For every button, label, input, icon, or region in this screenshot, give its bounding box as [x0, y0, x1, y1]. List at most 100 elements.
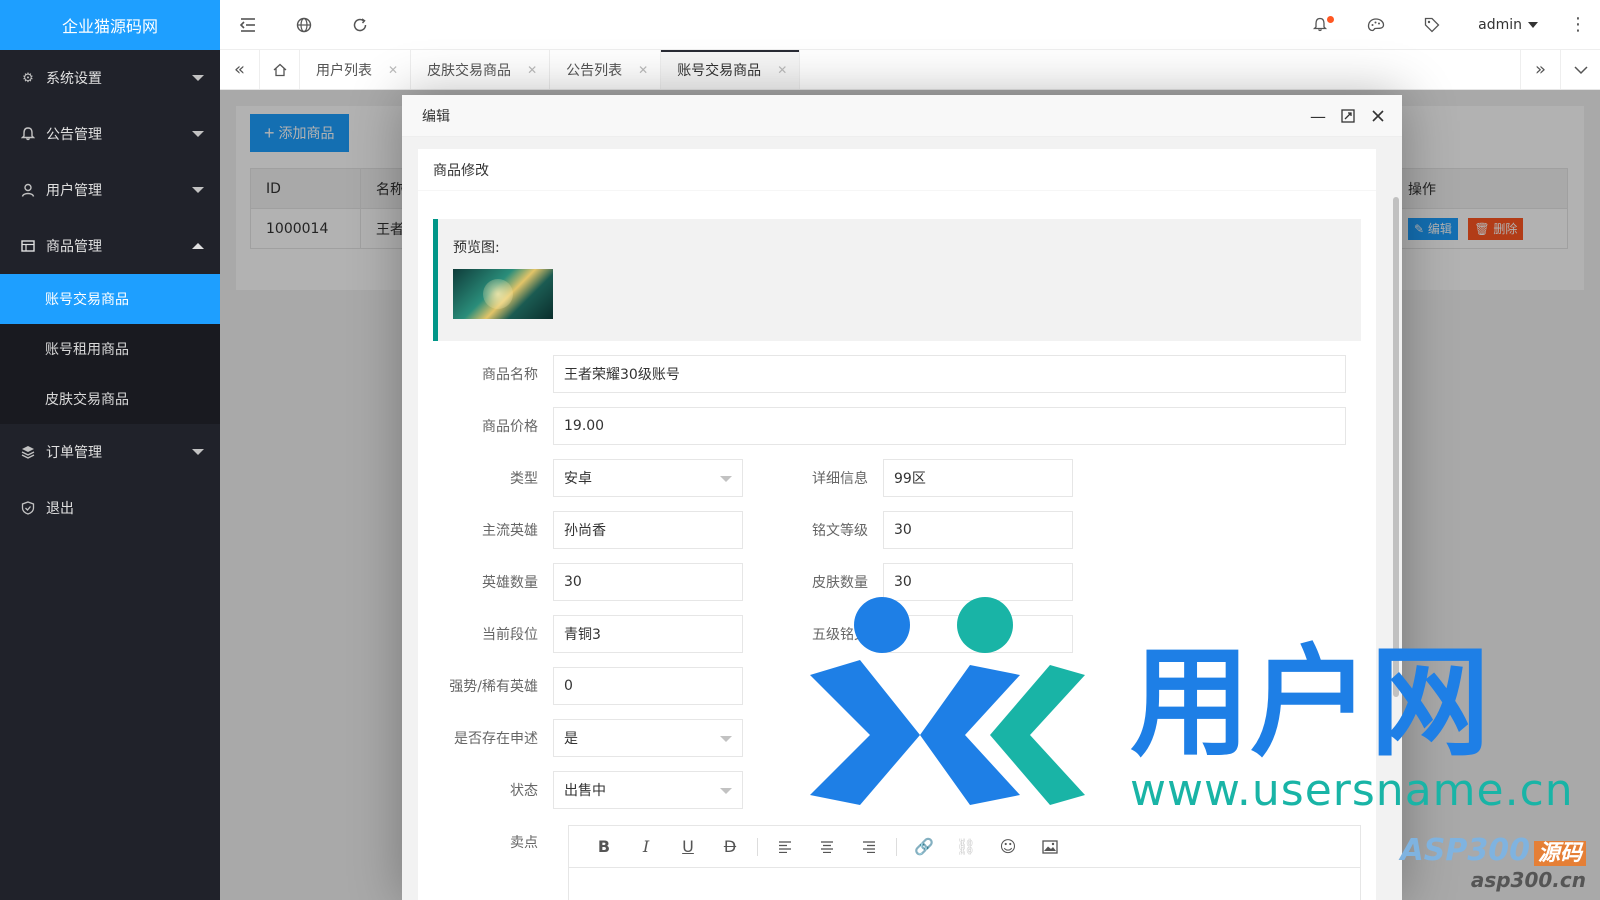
close-icon[interactable]: ✕	[777, 63, 787, 77]
form-row-strong: 强势/稀有英雄 0	[433, 667, 743, 705]
form-row-price: 商品价格 19.00	[433, 407, 1346, 445]
grid-icon	[20, 238, 36, 254]
form-row-status: 状态 出售中	[433, 771, 743, 809]
field-label: 英雄数量	[482, 575, 538, 591]
form-row-type-detail: 类型 安卓 详细信息 99区	[433, 459, 1073, 497]
product-name-input[interactable]: 王者荣耀30级账号	[553, 355, 1346, 393]
close-icon[interactable]	[1370, 108, 1386, 124]
align-left-icon[interactable]	[764, 826, 806, 868]
tab-skin-trade[interactable]: 皮肤交易商品 ✕	[411, 50, 551, 89]
minimize-icon[interactable]: —	[1310, 107, 1326, 126]
field-label: 卖点	[510, 835, 538, 851]
chevron-down-icon	[192, 75, 204, 81]
maximize-icon[interactable]	[1340, 108, 1356, 124]
preview-block: 预览图:	[433, 219, 1361, 341]
field-label: 类型	[510, 471, 538, 487]
rune-level-input[interactable]: 30	[883, 511, 1073, 549]
sidebar-item-announcements[interactable]: 公告管理	[0, 106, 220, 162]
detail-input[interactable]: 99区	[883, 459, 1073, 497]
align-center-icon[interactable]	[806, 826, 848, 868]
level5-rune-input[interactable]	[883, 615, 1073, 653]
caret-down-icon	[1528, 21, 1538, 28]
refresh-icon[interactable]	[332, 0, 388, 50]
rank-input[interactable]: 青铜3	[553, 615, 743, 653]
sidebar-subitem-account-rent[interactable]: 账号租用商品	[0, 324, 220, 374]
tab-user-list[interactable]: 用户列表 ✕	[300, 50, 412, 89]
sidebar-item-system-settings[interactable]: ⚙ 系统设置	[0, 50, 220, 106]
sidebar-item-label: 公告管理	[46, 127, 102, 143]
app-logo[interactable]: 企业猫源码网	[0, 0, 220, 50]
tab-announcement-list[interactable]: 公告列表 ✕	[550, 50, 662, 89]
field-label: 状态	[510, 783, 538, 799]
status-select[interactable]: 出售中	[553, 771, 743, 809]
toolbar-divider	[757, 837, 758, 856]
field-label: 五级铭文	[812, 627, 868, 643]
dialog-scrollbar[interactable]	[1392, 187, 1400, 900]
preview-image	[453, 269, 553, 319]
brand-watermark: ASP300 源码 asp300.cn	[1401, 833, 1586, 892]
field-label: 当前段位	[482, 627, 538, 643]
product-price-input[interactable]: 19.00	[553, 407, 1346, 445]
sidebar-subitem-account-trade[interactable]: 账号交易商品	[0, 274, 220, 324]
tab-account-trade[interactable]: 账号交易商品 ✕	[661, 50, 801, 89]
close-icon[interactable]: ✕	[527, 63, 537, 77]
emoji-icon[interactable]: ☺	[987, 826, 1029, 868]
field-label: 商品价格	[482, 419, 538, 435]
chevron-up-icon	[192, 243, 204, 249]
gear-icon: ⚙	[22, 70, 34, 86]
tab-label: 公告列表	[566, 62, 623, 79]
appeal-select[interactable]: 是	[553, 719, 743, 757]
align-right-icon[interactable]	[848, 826, 890, 868]
home-tab-icon[interactable]	[260, 50, 300, 89]
tabs-scroll-right-icon[interactable]: »	[1520, 50, 1560, 89]
close-icon[interactable]: ✕	[638, 63, 648, 77]
close-icon[interactable]: ✕	[388, 63, 398, 77]
more-vertical-icon[interactable]: ⋮	[1556, 0, 1600, 50]
hero-count-input[interactable]: 30	[553, 563, 743, 601]
products-submenu: 账号交易商品 账号租用商品 皮肤交易商品	[0, 274, 220, 424]
globe-icon[interactable]	[276, 0, 332, 50]
app-title: 企业猫源码网	[61, 17, 158, 36]
tabs-scroll-left-icon[interactable]: «	[220, 50, 260, 89]
sidebar-item-label: 退出	[46, 501, 74, 517]
theme-palette-icon[interactable]	[1348, 0, 1404, 50]
user-menu[interactable]: admin	[1460, 17, 1556, 33]
sidebar-item-products[interactable]: 商品管理	[0, 218, 220, 274]
image-icon[interactable]	[1029, 826, 1071, 868]
tag-icon[interactable]	[1404, 0, 1460, 50]
type-select[interactable]: 安卓	[553, 459, 743, 497]
strikethrough-icon[interactable]: D	[709, 826, 751, 868]
menu-toggle-icon[interactable]	[220, 0, 276, 50]
top-header: admin ⋮	[220, 0, 1600, 50]
form-row-hero-rune: 主流英雄 孙尚香 铭文等级 30	[433, 511, 1073, 549]
rich-text-editor[interactable]: B I U D 🔗 ⛓ ☺	[568, 825, 1361, 900]
field-label: 皮肤数量	[812, 575, 868, 591]
unlink-icon[interactable]: ⛓	[945, 826, 987, 868]
sidebar-item-orders[interactable]: 订单管理	[0, 424, 220, 480]
tab-label: 皮肤交易商品	[427, 62, 512, 79]
sidebar: 企业猫源码网 ⚙ 系统设置 公告管理 用户管理 商品管理 账号交易商品 账号租用…	[0, 0, 220, 900]
sidebar-item-logout[interactable]: 退出	[0, 480, 220, 536]
user-icon	[20, 182, 36, 198]
strong-hero-input[interactable]: 0	[553, 667, 743, 705]
card-title: 商品修改	[418, 149, 1376, 191]
tab-label: 用户列表	[316, 62, 372, 79]
notification-bell-icon[interactable]	[1292, 0, 1348, 50]
italic-icon[interactable]: I	[625, 826, 667, 868]
link-icon[interactable]: 🔗	[903, 826, 945, 868]
skin-count-input[interactable]: 30	[883, 563, 1073, 601]
sidebar-subitem-skin-trade[interactable]: 皮肤交易商品	[0, 374, 220, 424]
sidebar-item-label: 商品管理	[46, 239, 102, 255]
underline-icon[interactable]: U	[667, 826, 709, 868]
dialog-title: 编辑	[402, 95, 1402, 137]
form-row-name: 商品名称 王者荣耀30级账号	[433, 355, 1346, 393]
chevron-down-icon	[192, 131, 204, 137]
main-hero-input[interactable]: 孙尚香	[553, 511, 743, 549]
edit-form-card: 商品修改 预览图: 商品名称 王者荣耀30级账号 商品价格 19.00 类型 安…	[418, 149, 1376, 900]
sidebar-item-users[interactable]: 用户管理	[0, 162, 220, 218]
dialog-body: 商品修改 预览图: 商品名称 王者荣耀30级账号 商品价格 19.00 类型 安…	[402, 137, 1402, 900]
scrollbar-thumb[interactable]	[1393, 197, 1399, 697]
tabs-dropdown-icon[interactable]	[1560, 50, 1600, 89]
bold-icon[interactable]: B	[583, 826, 625, 868]
field-label: 主流英雄	[482, 523, 538, 539]
